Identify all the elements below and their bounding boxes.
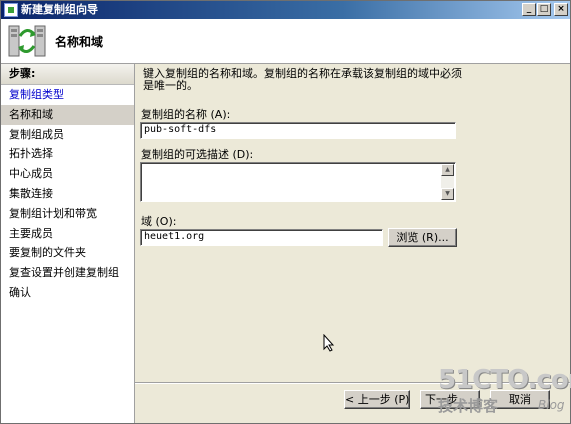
replication-group-icon [8, 25, 46, 57]
maximize-icon[interactable]: □ [537, 3, 551, 16]
title-bar[interactable]: 新建复制组向导 _ □ × [1, 1, 570, 19]
step-replication-group-type[interactable]: 复制组类型 [1, 85, 134, 105]
back-button[interactable]: < 上一步 (P) [344, 390, 410, 409]
step-confirmation: 确认 [9, 285, 31, 299]
description-text: 键入复制组的名称和域。复制组的名称在承载该复制组的域中必须是唯一的。 [143, 67, 462, 92]
name-label: 复制组的名称 (A): [141, 108, 231, 121]
watermark-tagline: 技术博客 [438, 397, 499, 415]
step-members: 复制组成员 [9, 127, 64, 141]
description-scrollbar[interactable]: ▲ ▼ [441, 164, 454, 200]
wizard-header: 名称和域 [1, 19, 570, 64]
step-hub-members: 中心成员 [9, 167, 53, 181]
watermark-site: 51CTO.com [438, 365, 571, 395]
step-topology: 拓扑选择 [9, 147, 53, 161]
window-title: 新建复制组向导 [21, 3, 98, 16]
watermark: 51CTO.com 技术博客 Blog [436, 365, 571, 424]
step-folders: 要复制的文件夹 [9, 246, 86, 260]
watermark-blog: Blog [538, 398, 565, 412]
minimize-icon[interactable]: _ [522, 3, 536, 16]
page-title: 名称和域 [55, 35, 104, 49]
app-icon [4, 3, 18, 17]
description-textarea[interactable]: ▲ ▼ [140, 162, 456, 202]
scroll-down-icon[interactable]: ▼ [441, 188, 454, 200]
close-icon[interactable]: × [554, 3, 568, 16]
scroll-up-icon[interactable]: ▲ [441, 164, 454, 176]
step-schedule-bandwidth: 复制组计划和带宽 [9, 206, 97, 220]
domain-label: 域 (O): [141, 215, 177, 228]
wizard-window: 新建复制组向导 _ □ × 名称和域 步骤: 复制组类型 名称和域 复制组成员 … [0, 0, 571, 424]
step-hub-spoke-connections: 集散连接 [9, 186, 53, 200]
mouse-cursor-icon [323, 334, 335, 352]
domain-input[interactable]: heuet1.org [140, 229, 383, 246]
step-primary-member: 主要成员 [9, 226, 53, 240]
description-label: 复制组的可选描述 (D): [141, 148, 254, 161]
steps-sidebar: 步骤: 复制组类型 名称和域 复制组成员 拓扑选择 中心成员 集散连接 复制组计… [1, 64, 135, 423]
step-review: 复查设置并创建复制组 [9, 266, 119, 280]
group-name-input[interactable]: pub-soft-dfs [140, 122, 456, 139]
step-name-and-domain: 名称和域 [1, 104, 134, 125]
steps-heading: 步骤: [1, 64, 134, 85]
browse-button[interactable]: 浏览 (R)... [388, 228, 457, 247]
